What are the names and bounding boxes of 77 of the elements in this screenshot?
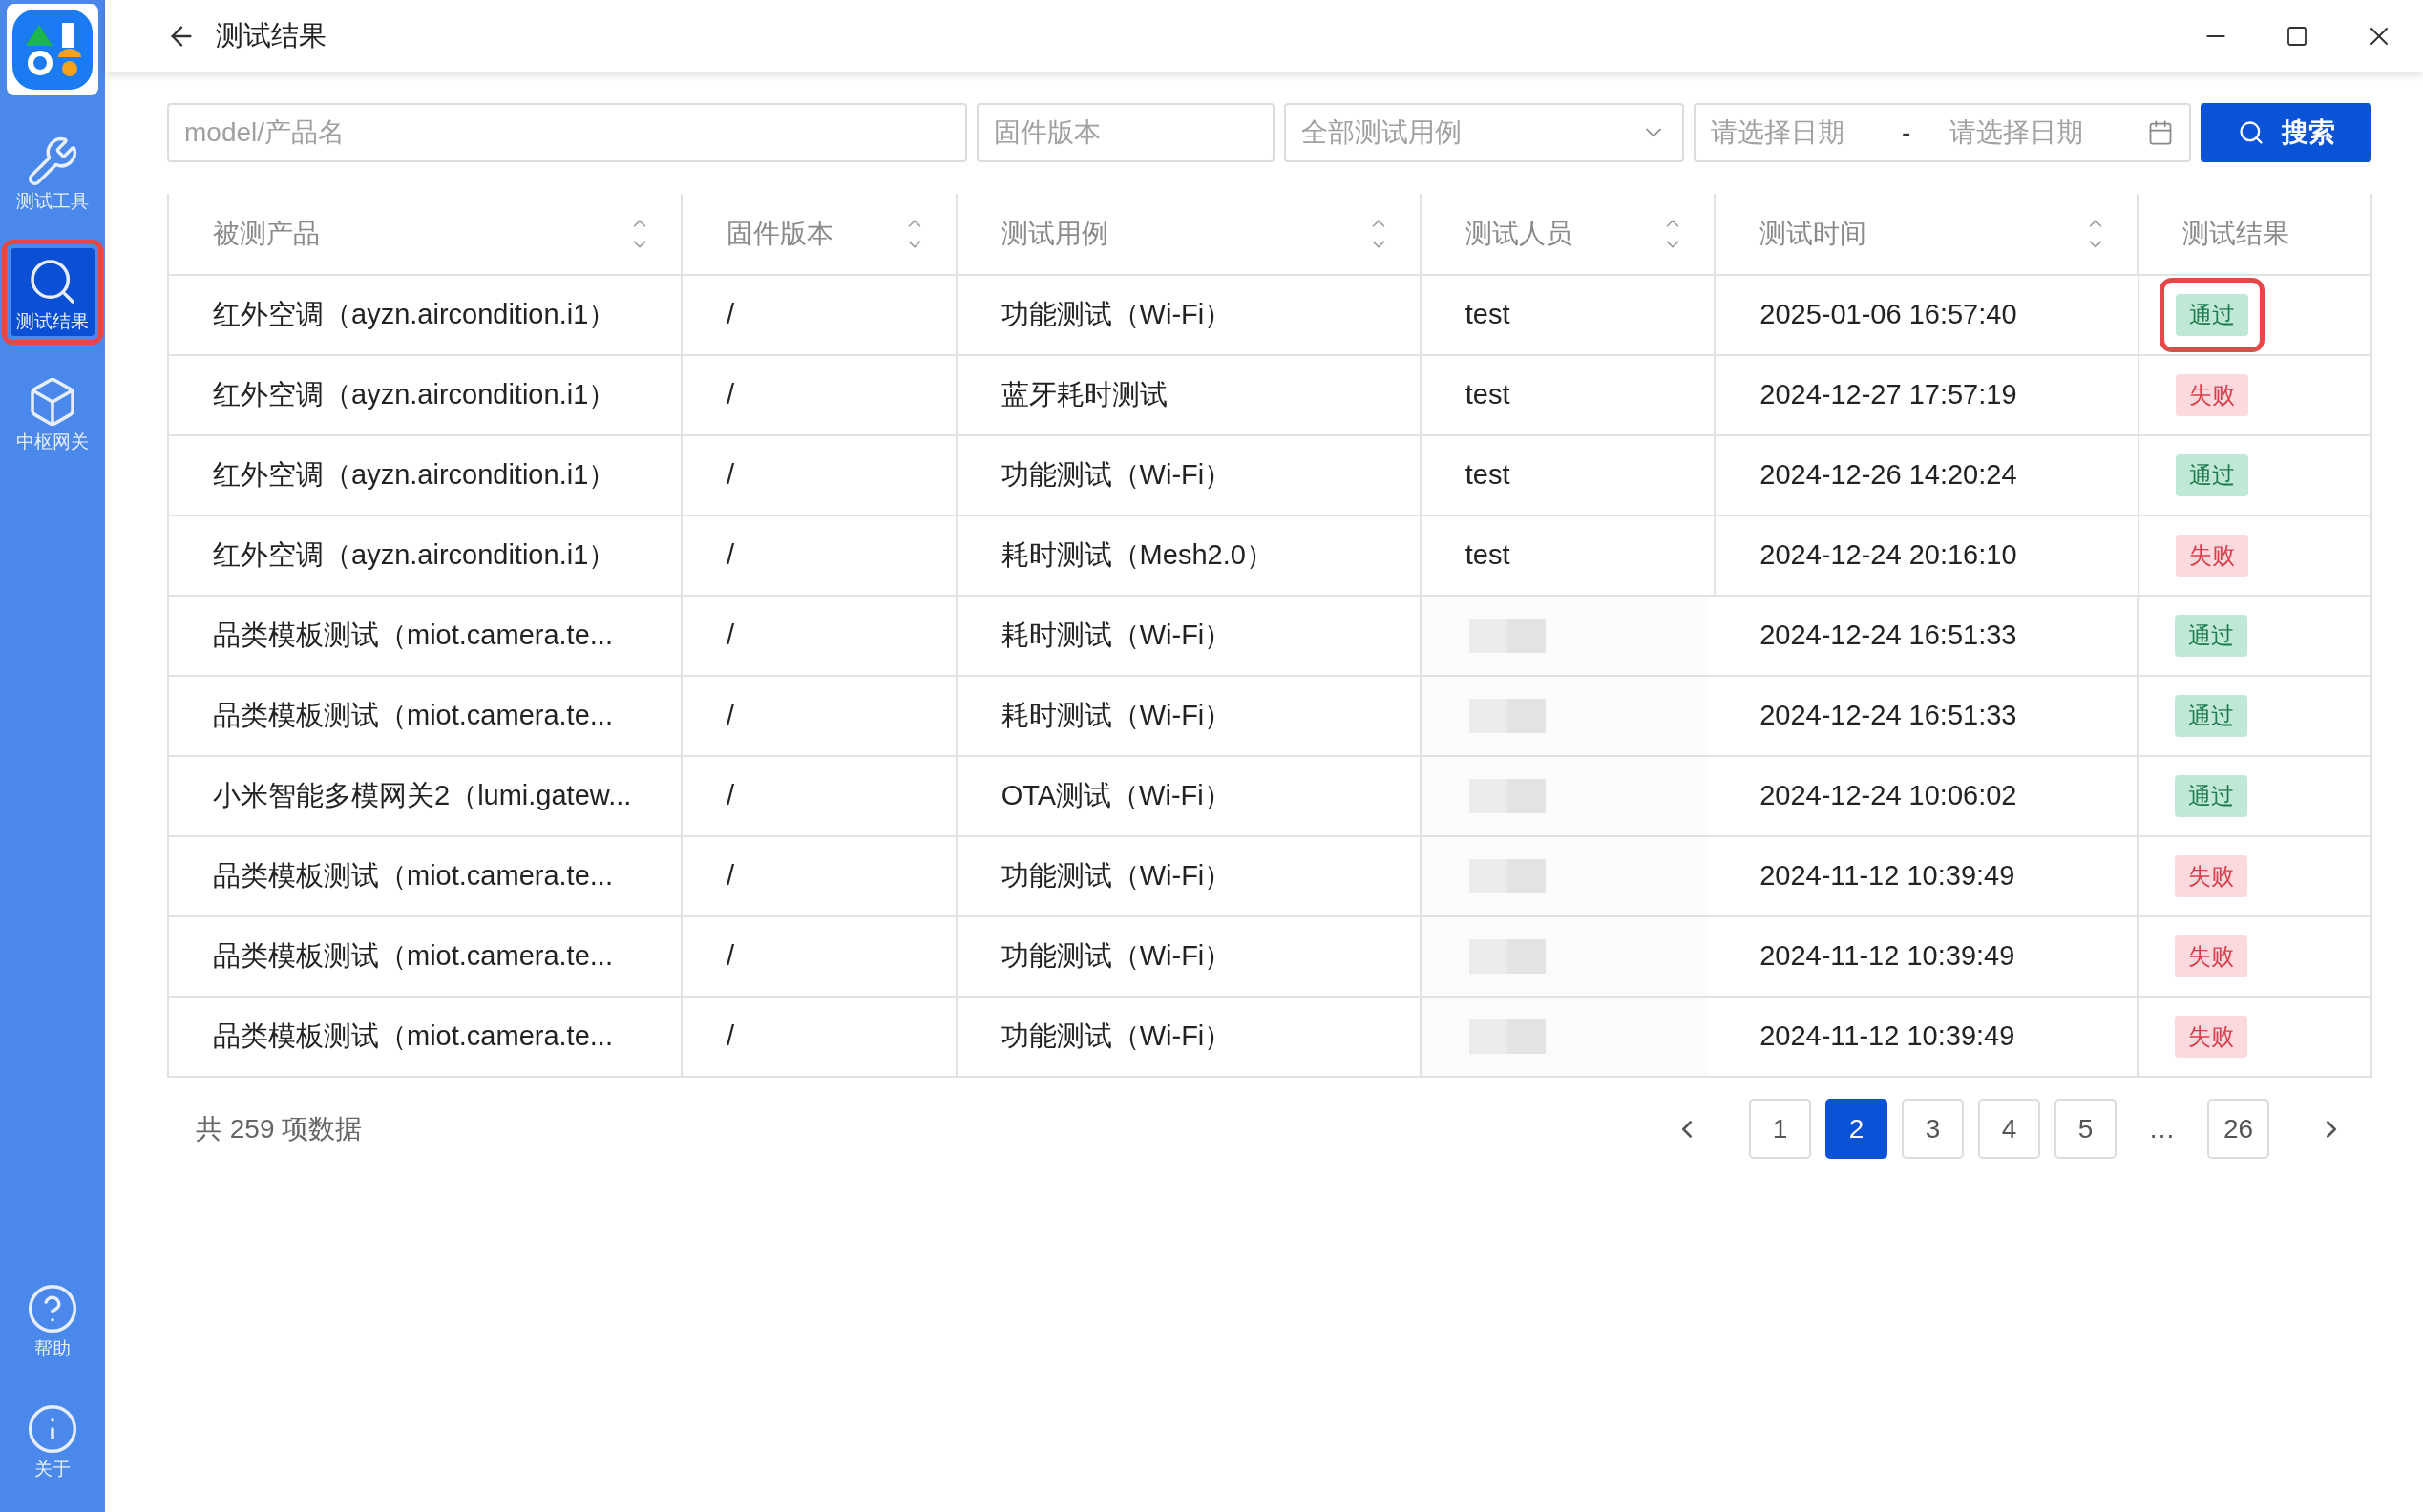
table-cell-text: 蓝牙耗时测试 (1001, 378, 1168, 412)
table-cell-text: 品类模板测试（miot.camera.te... (213, 619, 613, 653)
result-badge: 通过 (2175, 695, 2248, 737)
table-cell-text: 耗时测试（Wi-Fi） (1001, 699, 1233, 733)
table-cell-text: 品类模板测试（miot.camera.te... (213, 859, 613, 893)
page-button[interactable]: 2 (1825, 1099, 1887, 1159)
page-button[interactable]: 26 (2207, 1099, 2269, 1159)
page-button[interactable]: 3 (1902, 1099, 1964, 1159)
table-cell-text: 功能测试（Wi-Fi） (1001, 298, 1233, 332)
search-icon (2237, 119, 2265, 146)
table-cell-text: 红外空调（ayzn.aircondition.i1） (213, 298, 617, 332)
table-cell-text: 2025-01-06 16:57:40 (1759, 298, 2017, 332)
column-header: 测试用例 (1001, 218, 1108, 250)
column-header: 被测产品 (213, 218, 320, 250)
result-badge: 通过 (2175, 454, 2248, 496)
table-cell-text: / (727, 298, 735, 332)
table-cell-text: test (1464, 458, 1510, 493)
date-range-field[interactable]: 请选择日期 - 请选择日期 (1694, 103, 2191, 162)
table-cell-text: / (727, 458, 735, 493)
page-button[interactable]: 5 (2054, 1099, 2117, 1159)
page-button[interactable]: 1 (1749, 1099, 1811, 1159)
column-header: 测试人员 (1464, 218, 1572, 250)
table-cell-text: 小米智能多模网关2（lumi.gatew... (213, 779, 632, 813)
table-cell-text: 品类模板测试（miot.camera.te... (213, 939, 613, 974)
table-cell-text: / (727, 619, 735, 653)
result-badge: 失败 (2175, 1016, 2248, 1058)
column-header: 测试结果 (2182, 218, 2290, 250)
table-cell-text: 耗时测试（Mesh2.0） (1001, 538, 1274, 573)
result-badge: 失败 (2175, 935, 2248, 977)
result-badge: 通过 (2175, 294, 2248, 336)
table-cell-text: 2024-11-12 10:39:49 (1759, 1019, 2015, 1054)
table-cell-text: 2024-12-27 17:57:19 (1759, 378, 2017, 412)
table-cell-text: / (727, 1019, 735, 1054)
table-cell-text: 功能测试（Wi-Fi） (1001, 458, 1233, 493)
column-header: 固件版本 (727, 218, 833, 250)
result-badge: 通过 (2175, 775, 2248, 817)
table-cell-text: 红外空调（ayzn.aircondition.i1） (213, 378, 617, 412)
result-badge: 失败 (2175, 374, 2248, 416)
table-cell-text: 2024-12-26 14:20:24 (1759, 458, 2017, 493)
maximize-icon[interactable] (2286, 24, 2308, 48)
table-cell-text: 红外空调（ayzn.aircondition.i1） (213, 538, 617, 573)
column-header: 测试时间 (1759, 218, 1867, 250)
table-cell-text: 功能测试（Wi-Fi） (1001, 939, 1233, 974)
table-cell-text: / (727, 538, 735, 573)
calendar-icon (2147, 119, 2174, 146)
result-badge: 失败 (2175, 535, 2248, 577)
table-cell-text: 功能测试（Wi-Fi） (1001, 859, 1233, 893)
firmware-field[interactable]: 固件版本 (977, 103, 1275, 162)
table-cell-text: / (727, 378, 735, 412)
table-cell-text: 2024-12-24 10:06:02 (1759, 779, 2017, 813)
table-cell-text: 2024-12-24 20:16:10 (1759, 538, 2017, 573)
result-badge: 通过 (2175, 615, 2248, 657)
table-cell-text: test (1464, 298, 1510, 332)
page-button[interactable]: 4 (1978, 1099, 2040, 1159)
sidebar-item[interactable]: 测试结果 (11, 248, 95, 336)
search-button[interactable]: 搜索 (2201, 103, 2371, 162)
table-cell-text: OTA测试（Wi-Fi） (1001, 779, 1232, 813)
table-cell-text: 红外空调（ayzn.aircondition.i1） (213, 458, 617, 493)
table-cell-text: test (1464, 378, 1510, 412)
table-cell-text: 功能测试（Wi-Fi） (1001, 1019, 1233, 1054)
table-cell-text: 2024-12-24 16:51:33 (1759, 699, 2017, 733)
table-cell-text: test (1464, 538, 1510, 573)
result-badge: 失败 (2175, 855, 2248, 897)
table-cell-text: / (727, 779, 735, 813)
table-cell-text: 2024-11-12 10:39:49 (1759, 939, 2015, 974)
page-ellipsis: … (2147, 1112, 2177, 1145)
window-title: 测试结果 (216, 18, 327, 52)
model-field[interactable]: model/产品名 (167, 103, 967, 162)
table-cell-text: / (727, 939, 735, 974)
table-cell-text: 品类模板测试（miot.camera.te... (213, 1019, 613, 1054)
total-count: 共 259 项数据 (196, 1112, 363, 1145)
table-cell-text: / (727, 699, 735, 733)
table-cell-text: 2024-12-24 16:51:33 (1759, 619, 2017, 653)
table-cell-text: 品类模板测试（miot.camera.te... (213, 699, 613, 733)
table-cell-text: 耗时测试（Wi-Fi） (1001, 619, 1233, 653)
table-cell-text: / (727, 859, 735, 893)
table-cell-text: 2024-11-12 10:39:49 (1759, 859, 2015, 893)
